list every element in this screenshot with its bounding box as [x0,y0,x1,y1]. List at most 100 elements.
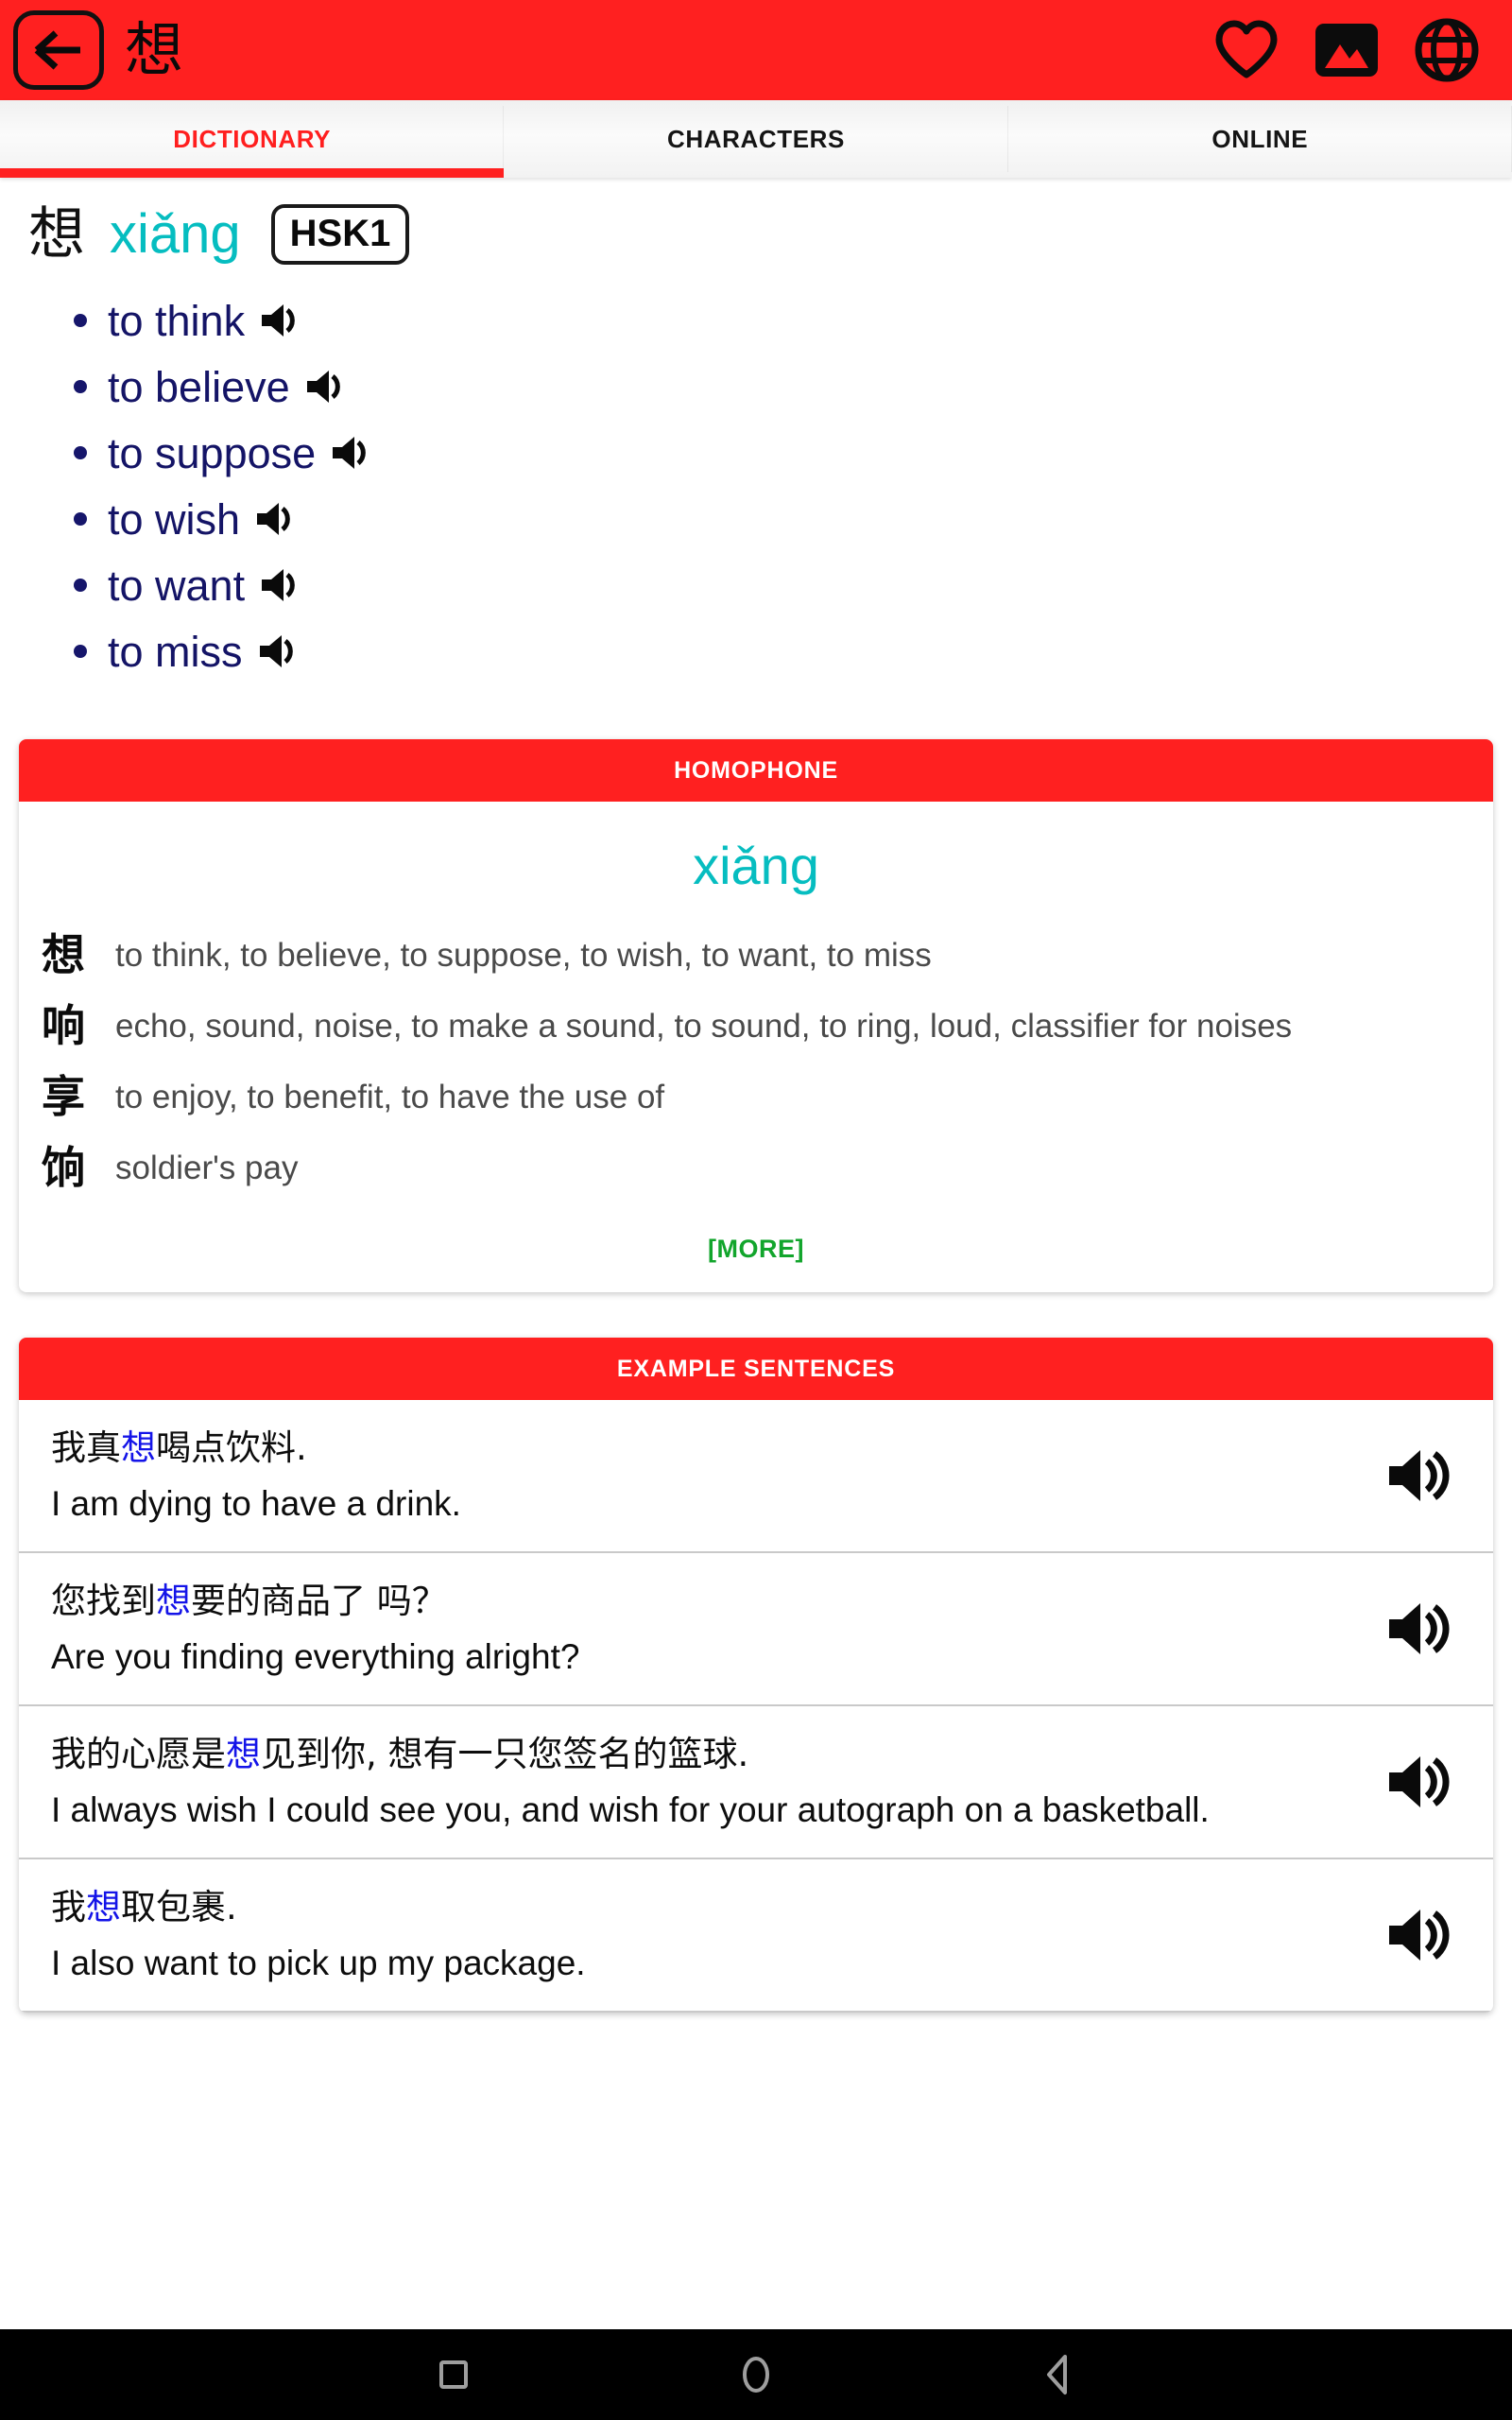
chinese-post: 见到你, 想有一只您签名的篮球. [261,1733,749,1774]
tab-dictionary[interactable]: DICTIONARY [0,100,505,178]
tab-characters-label: CHARACTERS [666,124,845,153]
example-sentence-row[interactable]: 我想取包裹. I also want to pick up my package… [19,1859,1493,2013]
chinese-highlight: 想 [121,1426,156,1468]
example-chinese: 您找到想要的商品了 吗？ [51,1578,1355,1625]
homophone-meaning: echo, sound, noise, to make a sound, to … [115,1007,1293,1045]
chinese-pre: 我真 [51,1426,121,1468]
home-button[interactable] [737,2354,775,2395]
homophone-meaning: to think, to believe, to suppose, to wis… [115,937,932,974]
definition-item: to want [0,552,1512,618]
homophone-character: 响 [42,999,85,1051]
speaker-icon[interactable] [260,566,303,604]
definition-text: to wish [108,494,241,544]
homophone-meaning: to enjoy, to benefit, to have the use of [115,1078,665,1115]
example-sentence-texts: 我真想喝点饮料. I am dying to have a drink. [51,1425,1355,1527]
example-chinese: 我的心愿是想见到你, 想有一只您签名的篮球. [51,1731,1355,1778]
example-chinese: 我真想喝点饮料. [51,1425,1355,1472]
homophone-card-header: HOMOPHONE [19,739,1493,802]
homophone-character: 饷 [42,1141,85,1193]
homophone-more-link[interactable]: [MORE] [19,1210,1493,1292]
example-sentences-card-header: EXAMPLE SENTENCES [19,1337,1493,1400]
chinese-highlight: 想 [156,1580,191,1621]
homophone-character: 享 [42,1070,85,1122]
example-chinese: 我想取包裹. [51,1884,1355,1931]
tab-active-indicator [0,168,504,178]
speaker-icon[interactable] [1374,1446,1465,1505]
bullet-icon [74,380,87,393]
chinese-pre: 我的心愿是 [51,1733,226,1774]
page-title: 想 [125,15,184,84]
chinese-post: 喝点饮料. [156,1426,307,1468]
globe-icon[interactable] [1414,17,1480,83]
main-content: 想 xiǎng HSK1 to think to believe to supp… [0,178,1512,2013]
speaker-icon[interactable] [255,500,299,538]
example-sentence-row[interactable]: 我真想喝点饮料. I am dying to have a drink. [19,1400,1493,1553]
headword-character[interactable]: 想 [28,206,85,263]
back-button[interactable] [1040,2353,1077,2396]
chinese-highlight: 想 [86,1886,121,1927]
definition-item: to suppose [0,420,1512,486]
homophone-item[interactable]: 想 to think, to believe, to suppose, to w… [19,921,1493,992]
tab-online[interactable]: ONLINE [1008,100,1512,178]
speaker-icon[interactable] [1374,1753,1465,1811]
speaker-icon[interactable] [260,302,303,339]
tab-online-label: ONLINE [1211,124,1309,153]
image-icon[interactable] [1314,21,1380,79]
example-english: I also want to pick up my package. [51,1943,586,1982]
homophone-meaning: soldier's pay [115,1149,299,1186]
arrow-left-icon [31,26,86,75]
appbar-actions [1213,17,1480,83]
homophone-list: 想 to think, to believe, to suppose, to w… [19,921,1493,1210]
bullet-icon [74,645,87,658]
definition-text: to suppose [108,428,317,477]
definition-item: to believe [0,354,1512,420]
definition-text: to want [108,561,246,610]
hsk-badge[interactable]: HSK1 [270,204,410,265]
example-sentences-card: EXAMPLE SENTENCES 我真想喝点饮料. I am dying to… [19,1337,1493,2013]
definition-item: to think [0,287,1512,354]
speaker-icon[interactable] [305,368,349,406]
app-bar: 想 [0,0,1512,100]
homophone-item[interactable]: 饷 soldier's pay [19,1133,1493,1204]
speaker-icon[interactable] [1374,1906,1465,1964]
bullet-icon [74,512,87,526]
chinese-pre: 您找到 [51,1580,156,1621]
bullet-icon [74,314,87,327]
back-button[interactable] [13,10,104,90]
tab-bar: DICTIONARY CHARACTERS ONLINE [0,100,1512,178]
speaker-icon[interactable] [258,632,301,670]
homophone-item[interactable]: 享 to enjoy, to benefit, to have the use … [19,1063,1493,1133]
definition-text: to think [108,296,246,345]
definition-list: to think to believe to suppose to wish t… [0,287,1512,684]
example-english: Are you finding everything alright? [51,1636,580,1676]
example-sentences-body: 我真想喝点饮料. I am dying to have a drink. 您找到… [19,1400,1493,2013]
favorite-icon[interactable] [1213,20,1280,80]
example-english: I am dying to have a drink. [51,1483,461,1523]
tab-characters[interactable]: CHARACTERS [504,100,1008,178]
homophone-card: HOMOPHONE xiǎng 想 to think, to believe, … [19,739,1493,1292]
homophone-card-body: xiǎng 想 to think, to believe, to suppose… [19,802,1493,1292]
homophone-character: 想 [42,929,85,980]
speaker-icon[interactable] [331,434,374,472]
definition-item: to wish [0,486,1512,552]
example-sentence-texts: 我的心愿是想见到你, 想有一只您签名的篮球. I always wish I c… [51,1731,1355,1833]
definition-text: to believe [108,362,290,411]
example-sentence-row[interactable]: 您找到想要的商品了 吗？ Are you finding everything … [19,1553,1493,1706]
example-sentence-row[interactable]: 我的心愿是想见到你, 想有一只您签名的篮球. I always wish I c… [19,1706,1493,1859]
recents-button[interactable] [435,2356,472,2394]
headword-pinyin: xiǎng [110,203,241,265]
homophone-pinyin: xiǎng [693,836,819,895]
headword-row: 想 xiǎng HSK1 [0,178,1512,265]
example-english: I always wish I could see you, and wish … [51,1789,1210,1829]
speaker-icon[interactable] [1374,1599,1465,1658]
example-sentence-texts: 您找到想要的商品了 吗？ Are you finding everything … [51,1578,1355,1680]
android-navigation-bar [0,2329,1512,2420]
chinese-post: 要的商品了 吗？ [191,1580,447,1621]
tab-dictionary-label: DICTIONARY [173,124,332,153]
chinese-post: 取包裹. [121,1886,237,1927]
definition-item: to miss [0,618,1512,684]
example-sentence-texts: 我想取包裹. I also want to pick up my package… [51,1884,1355,1986]
homophone-item[interactable]: 响 echo, sound, noise, to make a sound, t… [19,992,1493,1063]
